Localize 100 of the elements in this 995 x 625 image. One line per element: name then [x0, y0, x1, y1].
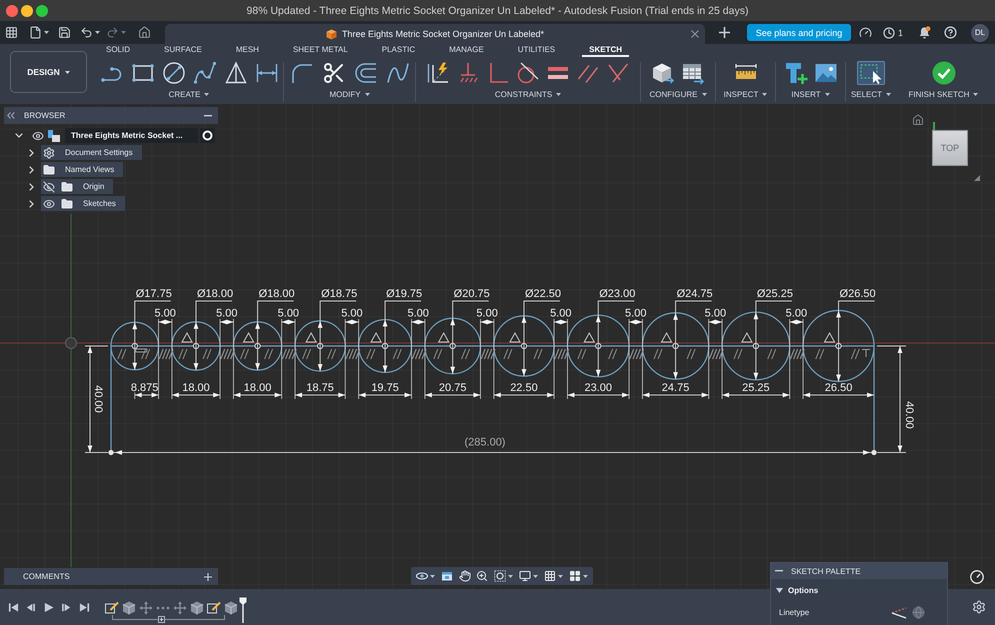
tool-group-menu[interactable]: CONSTRAINTS	[494, 89, 562, 99]
toolbar-tab[interactable]: MANAGE	[442, 44, 491, 57]
minus-icon[interactable]	[204, 114, 212, 116]
close-icon[interactable]	[691, 30, 699, 38]
gauge-icon[interactable]	[859, 26, 872, 39]
cross-lines-icon[interactable]	[606, 61, 630, 85]
box-feature-icon[interactable]	[224, 601, 238, 615]
bolt-axes-icon[interactable]	[426, 61, 450, 85]
chevron-down-icon[interactable]	[15, 133, 23, 138]
tool-group-menu[interactable]: FINISH SKETCH	[908, 89, 978, 99]
group-bracket-icon[interactable]	[112, 615, 225, 623]
caret-icon[interactable]	[95, 31, 100, 34]
box-feature-icon[interactable]	[190, 601, 204, 615]
scissors-icon[interactable]	[322, 61, 346, 85]
toolbar-tab[interactable]: SKETCH	[582, 44, 630, 57]
caret-icon[interactable]	[204, 92, 210, 96]
caret-icon[interactable]	[973, 92, 978, 96]
caret-icon[interactable]	[886, 92, 892, 96]
fillet-icon[interactable]	[290, 61, 314, 85]
undo-icon[interactable]	[80, 26, 93, 39]
skip-to-start-icon[interactable]	[8, 602, 19, 612]
caret-icon[interactable]	[702, 92, 706, 96]
insert-plus-icon[interactable]	[784, 61, 808, 85]
spline-icon[interactable]	[192, 61, 216, 85]
settings-icon[interactable]	[972, 600, 986, 614]
toolbar-tab[interactable]: PLASTIC	[374, 44, 422, 57]
toolbar-tab[interactable]: SURFACE	[157, 44, 209, 57]
chevron-right-icon[interactable]	[28, 166, 34, 174]
minus-icon[interactable]	[775, 570, 783, 572]
caret-icon[interactable]	[533, 574, 538, 578]
image-icon[interactable]	[814, 61, 838, 85]
display-icon[interactable]	[519, 570, 531, 582]
plus-icon[interactable]	[719, 27, 730, 38]
user-avatar-button[interactable]: DL	[971, 24, 990, 42]
collapse-icon[interactable]	[7, 112, 15, 119]
folder-icon[interactable]	[61, 198, 73, 210]
tool-group-menu[interactable]: INSERT	[791, 89, 830, 99]
home-icon[interactable]	[138, 26, 151, 39]
hand-icon[interactable]	[459, 570, 471, 582]
minimize-window-button[interactable]	[21, 4, 33, 16]
browser-item[interactable]: Document Settings	[41, 145, 142, 160]
document-tab[interactable]: Three Eights Metric Socket Organizer Un Labeled*	[165, 24, 705, 44]
browser-item[interactable]: Sketches	[41, 196, 125, 211]
caret-icon[interactable]	[508, 574, 513, 578]
orbit-icon[interactable]	[416, 570, 428, 582]
workspace-menu-button[interactable]: DESIGN	[10, 51, 87, 93]
play-icon[interactable]	[43, 602, 54, 612]
save-icon[interactable]	[58, 26, 71, 39]
move-arrows-icon[interactable]	[139, 601, 153, 615]
chevron-right-icon[interactable]	[28, 182, 34, 190]
construction-line-icon[interactable]	[891, 606, 907, 618]
clock-icon[interactable]	[883, 26, 895, 38]
toolbar-tab[interactable]: MESH	[228, 44, 266, 57]
toolbar-tab[interactable]: SHEET METAL	[286, 44, 355, 57]
curve-icon[interactable]	[386, 61, 410, 85]
browser-item[interactable]: Origin	[41, 179, 114, 194]
selection-box-icon[interactable]	[857, 61, 885, 85]
fit-view-icon[interactable]	[494, 570, 506, 582]
tangent-icon[interactable]	[516, 61, 540, 85]
box-feature-icon[interactable]	[122, 601, 136, 615]
viewports-icon[interactable]	[569, 570, 581, 582]
sketch-feature-icon[interactable]	[207, 601, 221, 615]
tool-group-menu[interactable]: SELECT	[850, 89, 892, 99]
check-circle-icon[interactable]	[932, 61, 956, 85]
home-icon[interactable]	[912, 114, 924, 126]
step-forward-icon[interactable]	[61, 602, 72, 612]
caret-icon[interactable]	[558, 574, 563, 578]
offset-icon[interactable]	[354, 61, 378, 85]
folder-icon[interactable]	[61, 180, 73, 192]
bell-icon[interactable]	[918, 26, 932, 39]
tool-group-menu[interactable]: MODIFY	[329, 89, 370, 99]
eye-icon[interactable]	[32, 130, 44, 142]
plus-icon[interactable]	[204, 572, 212, 580]
caret-icon[interactable]	[824, 92, 830, 96]
gauge-icon[interactable]	[970, 570, 984, 584]
caret-icon[interactable]	[583, 574, 588, 578]
dimension-icon[interactable]	[254, 61, 278, 85]
caret-icon[interactable]	[762, 92, 768, 96]
eye-off-icon[interactable]	[43, 180, 55, 192]
section-header[interactable]: Options	[771, 579, 947, 601]
chevron-right-icon[interactable]	[28, 148, 34, 156]
caret-icon[interactable]	[64, 70, 70, 74]
grid-icon[interactable]	[544, 570, 556, 582]
circle-icon[interactable]	[162, 61, 186, 85]
sketch-feature-icon[interactable]	[105, 601, 119, 615]
eye-icon[interactable]	[43, 198, 55, 210]
redo-icon[interactable]	[106, 26, 119, 39]
cube-icon[interactable]	[651, 61, 675, 85]
toolbar-tab[interactable]: SOLID	[99, 44, 138, 57]
zoom-icon[interactable]	[476, 570, 488, 582]
skip-to-end-icon[interactable]	[79, 602, 90, 612]
folder-icon[interactable]	[43, 164, 55, 176]
tool-group-menu[interactable]: INSPECT	[724, 89, 768, 99]
caret-icon[interactable]	[44, 31, 49, 34]
table-icon[interactable]	[681, 61, 705, 85]
caret-icon[interactable]	[364, 92, 370, 96]
triangle-icon[interactable]	[224, 61, 248, 85]
step-back-icon[interactable]	[25, 602, 36, 612]
browser-item[interactable]: Three Eights Metric Socket ...	[65, 128, 198, 143]
caret-icon[interactable]	[556, 92, 562, 96]
